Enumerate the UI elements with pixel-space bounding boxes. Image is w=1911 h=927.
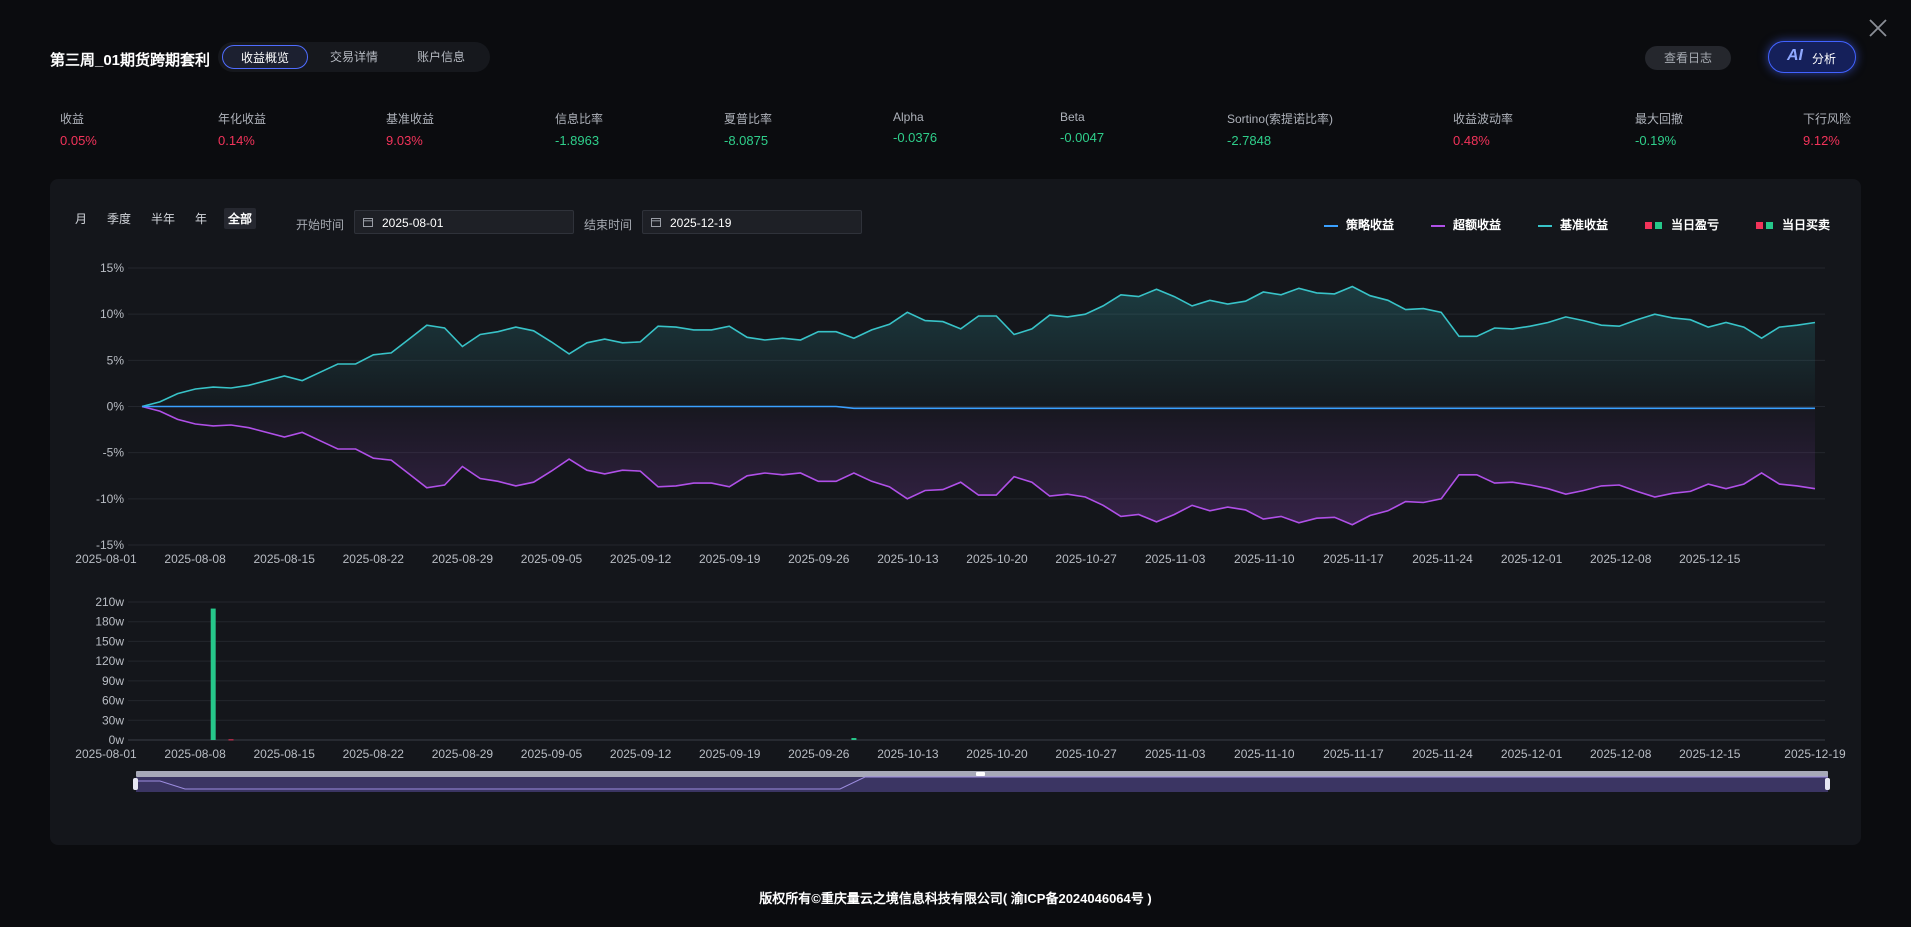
x-tick-label: 2025-11-24 bbox=[1412, 552, 1473, 566]
bar-x-tick-label: 2025-12-08 bbox=[1590, 747, 1652, 761]
bar-y-tick-label: 30w bbox=[102, 713, 124, 727]
x-tick-label: 2025-09-05 bbox=[521, 552, 583, 566]
x-tick-label: 2025-09-26 bbox=[788, 552, 850, 566]
bar-x-tick-label: 2025-11-24 bbox=[1412, 747, 1473, 761]
bar-x-tick-label: 2025-08-29 bbox=[432, 747, 494, 761]
bar-x-tick-label: 2025-10-27 bbox=[1055, 747, 1117, 761]
x-tick-label: 2025-12-08 bbox=[1590, 552, 1652, 566]
bar-x-tick-label: 2025-09-19 bbox=[699, 747, 761, 761]
x-tick-label: 2025-11-03 bbox=[1145, 552, 1206, 566]
x-tick-label: 2025-09-19 bbox=[699, 552, 761, 566]
excess-area bbox=[142, 406, 1815, 525]
bar-x-tick-label: 2025-10-20 bbox=[966, 747, 1028, 761]
bar-x-tick-label: 2025-08-15 bbox=[254, 747, 316, 761]
y-tick-label: 0% bbox=[107, 400, 125, 414]
zoom-slider-right-handle bbox=[1825, 778, 1830, 790]
daily-pnl-bar bbox=[210, 608, 216, 740]
y-tick-label: -10% bbox=[96, 492, 124, 506]
bar-x-tick-label: 2025-09-05 bbox=[521, 747, 583, 761]
x-tick-label: 2025-08-08 bbox=[164, 552, 226, 566]
zoom-slider-grip bbox=[976, 772, 985, 776]
x-tick-label: 2025-08-15 bbox=[254, 552, 316, 566]
daily-pnl-bar bbox=[228, 739, 234, 741]
bar-x-tick-label: 2025-11-17 bbox=[1323, 747, 1384, 761]
x-tick-label: 2025-08-29 bbox=[432, 552, 494, 566]
bar-y-tick-label: 180w bbox=[95, 615, 124, 629]
bar-x-tick-label: 2025-08-08 bbox=[164, 747, 226, 761]
bar-y-tick-label: 150w bbox=[95, 634, 124, 648]
y-tick-label: -15% bbox=[96, 538, 124, 552]
zoom-slider-left-handle bbox=[133, 778, 138, 790]
x-tick-label: 2025-09-12 bbox=[610, 552, 672, 566]
y-tick-label: -5% bbox=[103, 446, 125, 460]
bar-y-tick-label: 0w bbox=[109, 733, 125, 747]
bar-y-tick-label: 210w bbox=[95, 595, 124, 609]
x-tick-label: 2025-12-01 bbox=[1501, 552, 1563, 566]
x-tick-label: 2025-12-15 bbox=[1679, 552, 1741, 566]
benchmark-area bbox=[142, 286, 1815, 407]
copyright-footer: 版权所有©重庆量云之境信息科技有限公司( 渝ICP备2024046064号 ) bbox=[759, 891, 1152, 906]
bar-x-tick-label: 2025-11-10 bbox=[1234, 747, 1295, 761]
bar-x-tick-label: 2025-12-19 bbox=[1784, 747, 1846, 761]
bar-x-tick-label: 2025-11-03 bbox=[1145, 747, 1206, 761]
daily-pnl-bar bbox=[851, 738, 857, 740]
bar-x-tick-label: 2025-12-01 bbox=[1501, 747, 1563, 761]
x-tick-label: 2025-08-22 bbox=[343, 552, 405, 566]
x-tick-label: 2025-11-10 bbox=[1234, 552, 1295, 566]
y-tick-label: 15% bbox=[100, 261, 124, 275]
zoom-slider-window bbox=[136, 777, 1828, 792]
y-tick-label: 10% bbox=[100, 307, 124, 321]
bar-x-tick-label: 2025-10-13 bbox=[877, 747, 939, 761]
bar-y-tick-label: 90w bbox=[102, 674, 124, 688]
y-tick-label: 5% bbox=[107, 353, 125, 367]
x-tick-label: 2025-10-20 bbox=[966, 552, 1028, 566]
x-tick-label: 2025-10-27 bbox=[1055, 552, 1117, 566]
x-tick-label: 2025-10-13 bbox=[877, 552, 939, 566]
bar-y-tick-label: 60w bbox=[102, 694, 124, 708]
bar-x-tick-label: 2025-09-12 bbox=[610, 747, 672, 761]
x-tick-label: 2025-08-01 bbox=[75, 552, 137, 566]
bar-x-tick-label: 2025-08-22 bbox=[343, 747, 405, 761]
bar-y-tick-label: 120w bbox=[95, 654, 124, 668]
bar-x-tick-label: 2025-08-01 bbox=[75, 747, 137, 761]
bar-x-tick-label: 2025-09-26 bbox=[788, 747, 850, 761]
return-charts: 15%10%5%0%-5%-10%-15%2025-08-01 2025-08-0… bbox=[75, 261, 1846, 792]
x-tick-label: 2025-11-17 bbox=[1323, 552, 1384, 566]
bar-x-tick-label: 2025-12-15 bbox=[1679, 747, 1741, 761]
